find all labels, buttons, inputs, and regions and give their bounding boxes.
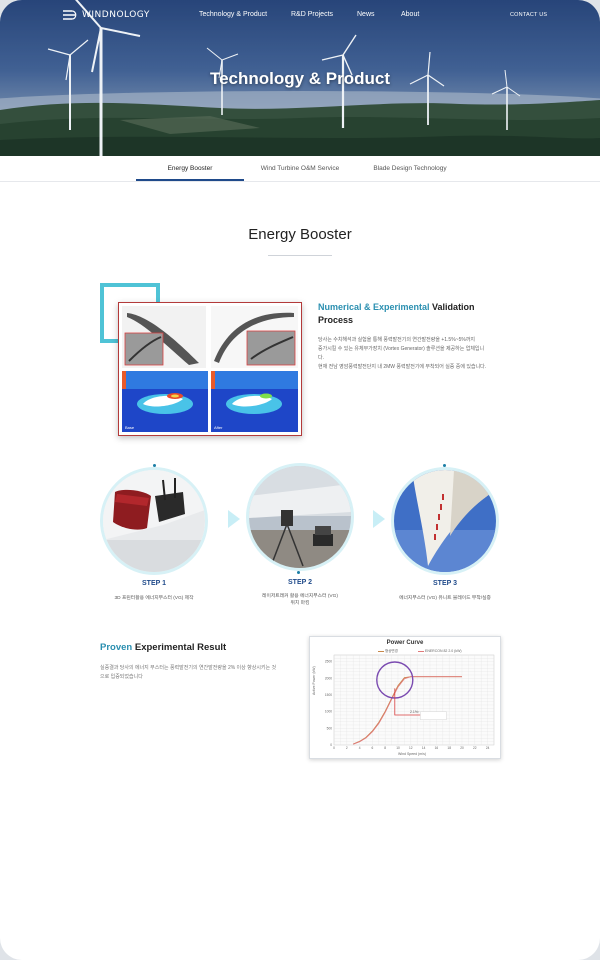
y-tick-label: 2500 <box>325 660 332 664</box>
validation-figure: Base After <box>118 302 302 436</box>
x-tick-label: 2 <box>346 746 348 750</box>
step-2-desc-line: 레이저트래커 활용 에너지부스터 (VG) <box>262 594 338 599</box>
section-title: Energy Booster <box>248 226 352 243</box>
nav-technology-product[interactable]: Technology & Product <box>199 11 267 18</box>
proven-heading-accent: Proven <box>100 642 133 653</box>
x-tick-label: 8 <box>384 746 386 750</box>
top-navigation: WINDNOLOGY Technology & Product R&D Proj… <box>0 0 600 32</box>
laser-tracker-photo <box>249 466 351 568</box>
page: WINDNOLOGY Technology & Product R&D Proj… <box>0 0 600 960</box>
step-1-label: STEP 1 <box>142 580 166 587</box>
proven-line: 으로 입증되었습니다 <box>100 674 143 680</box>
vg-printed-photo <box>103 470 205 572</box>
hero-banner: WINDNOLOGY Technology & Product R&D Proj… <box>0 0 600 156</box>
step-1-image <box>100 467 208 575</box>
validation-line: 다. <box>318 355 324 361</box>
validation-heading-accent: Numerical & Experimental <box>318 302 430 312</box>
x-tick-label: 16 <box>435 746 439 750</box>
validation-heading: Numerical & Experimental Validation Proc… <box>318 301 518 327</box>
y-tick-label: 1000 <box>325 710 332 714</box>
proven-description: 실증결과 당사의 에너지 부스터는 풍력발전기의 연간발전량을 2% 이상 향상… <box>100 664 290 682</box>
step-3-desc: 에너지부스터 (VG) 유니트 블레이드 부착/실증 <box>385 595 505 602</box>
hero-title: Technology & Product <box>209 69 391 88</box>
x-axis-label: Wind Speed (m/s) <box>398 752 427 756</box>
step-arrow-1 <box>228 510 240 528</box>
step-2-image <box>246 463 354 571</box>
brand-logo[interactable]: WINDNOLOGY <box>62 9 150 21</box>
x-tick-label: 4 <box>359 746 361 750</box>
nav-about[interactable]: About <box>401 11 419 18</box>
figure-tag-after: After <box>214 425 223 430</box>
step-2-desc: 레이저트래커 활용 에너지부스터 (VG) 위치 마킹 <box>240 593 360 607</box>
step-2-desc-line: 위치 마킹 <box>290 601 310 606</box>
proven-heading: Proven Experimental Result <box>100 642 226 653</box>
step-2-dot <box>297 571 300 574</box>
tab-energy-booster[interactable]: Energy Booster <box>136 156 244 181</box>
validation-line: 현재 전남 영암풍력발전단지 내 2MW 풍력발전기에 부착되어 실증 중에 있… <box>318 364 487 370</box>
validation-line: 당사는 수치해석과 실험을 통해 풍력발전기의 연간발전량을 +1.5%~5%까… <box>318 337 476 343</box>
x-tick-label: 18 <box>447 746 451 750</box>
proven-heading-rest: Experimental Result <box>132 642 227 653</box>
power-curve-plot: 050010001500200025000 2 4 6 8 10 12 14 16 18 20 22 2… <box>325 654 495 750</box>
plot-area <box>333 654 495 746</box>
y-tick-label: 2000 <box>325 676 332 680</box>
logo-text: WINDNOLOGY <box>82 10 150 20</box>
validation-description: 당사는 수치해석과 실험을 통해 풍력발전기의 연간발전량을 +1.5%~5%까… <box>318 336 508 372</box>
x-tick-label: 22 <box>473 746 477 750</box>
step-3-label: STEP 3 <box>433 580 457 587</box>
step-3-desc-line: 에너지부스터 (VG) 유니트 블레이드 부착/실증 <box>399 596 491 601</box>
y-tick-label: 1500 <box>325 693 332 697</box>
y-axis-label: Active Power (kW) <box>312 666 316 695</box>
logo-icon <box>63 10 77 20</box>
validation-heading-line2: Process <box>318 315 354 325</box>
contact-us-link[interactable]: CONTACT US <box>510 12 547 18</box>
x-tick-label: 12 <box>409 746 413 750</box>
step-1-desc-line: 3D 프린터활용 에너지부스터 (VG) 제작 <box>114 596 194 601</box>
x-tick-label: 6 <box>372 746 374 750</box>
proven-line: 실증결과 당사의 에너지 부스터는 풍력발전기의 연간발전량을 2% 이상 향상… <box>100 665 277 671</box>
nav-rd-projects[interactable]: R&D Projects <box>291 11 333 18</box>
tab-wind-turbine-om-service[interactable]: Wind Turbine O&M Service <box>245 156 355 181</box>
y-tick-label: 500 <box>327 726 333 730</box>
power-curve-chart: Power Curve 형상변경 ENERCON 82 2.0 (kW) 0 50… <box>309 636 501 759</box>
x-tick-label: 0 <box>333 746 335 750</box>
x-tick-label: 24 <box>486 746 490 750</box>
tab-blade-design-technology[interactable]: Blade Design Technology <box>356 156 464 181</box>
step-arrow-2 <box>373 510 385 528</box>
figure-tag-base: Base <box>125 425 135 430</box>
validation-heading-rest: Validation <box>429 302 475 312</box>
x-tick-label: 20 <box>460 746 464 750</box>
simulation-image <box>122 306 298 432</box>
y-tick-label: 0 <box>330 743 332 747</box>
step-2-label: STEP 2 <box>288 579 312 586</box>
validation-line: 증가시킬 수 있는 유체부가장치 (Vortex Generator) 솔루션을… <box>318 346 485 352</box>
title-divider <box>268 255 332 256</box>
step-1-desc: 3D 프린터활용 에너지부스터 (VG) 제작 <box>94 595 214 602</box>
sub-tabs: Energy Booster Wind Turbine O&M Service … <box>0 156 600 182</box>
step-3-image <box>391 467 499 575</box>
improvement-callout: 2.1%↑ <box>410 710 420 714</box>
callout-box <box>420 711 447 720</box>
blade-vg-photo <box>394 470 496 572</box>
x-tick-label: 14 <box>422 746 426 750</box>
nav-news[interactable]: News <box>357 11 375 18</box>
x-tick-label: 10 <box>396 746 400 750</box>
